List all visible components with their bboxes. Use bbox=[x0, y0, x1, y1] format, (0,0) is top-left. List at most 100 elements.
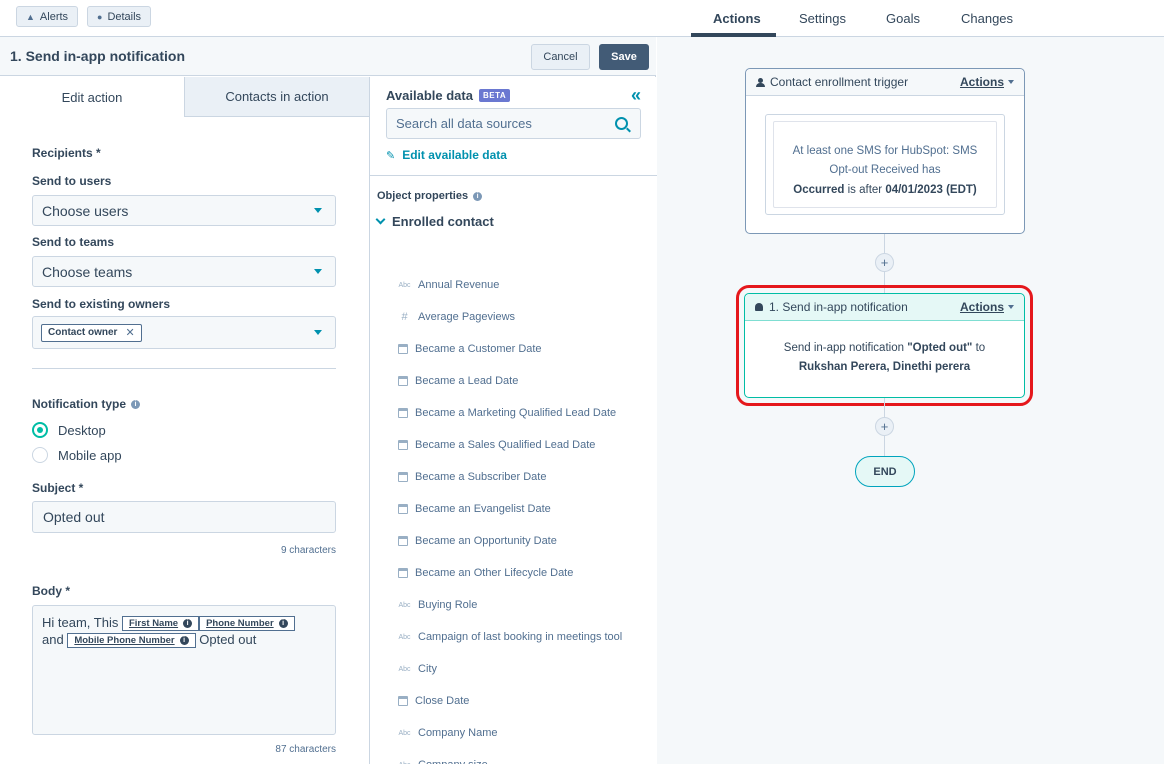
send-to-teams-value: Choose teams bbox=[42, 263, 133, 280]
contact-icon bbox=[756, 77, 765, 87]
property-item[interactable]: Abc Buying Role bbox=[398, 599, 653, 611]
editor-title: 1. Send in-app notification bbox=[10, 48, 185, 64]
occurred-bold: Occurred bbox=[793, 184, 845, 196]
property-item[interactable]: Abc Company Name bbox=[398, 727, 653, 739]
send-to-owners-select[interactable]: Contact owner ✕ bbox=[32, 316, 336, 349]
search-data-input[interactable]: Search all data sources bbox=[386, 108, 641, 139]
add-action-button[interactable]: + bbox=[875, 253, 894, 272]
property-item[interactable]: AbcCompany size bbox=[398, 759, 653, 764]
tab-edit-action[interactable]: Edit action bbox=[0, 77, 185, 117]
property-item[interactable]: Became a Sales Qualified Lead Date bbox=[398, 439, 653, 451]
property-label: Became a Lead Date bbox=[415, 375, 519, 387]
cancel-button[interactable]: Cancel bbox=[531, 44, 590, 70]
search-placeholder: Search all data sources bbox=[396, 116, 532, 131]
send-to-teams-select[interactable]: Choose teams bbox=[32, 256, 336, 287]
property-item[interactable]: Became an Evangelist Date bbox=[398, 503, 653, 515]
warning-icon: ▲ bbox=[26, 11, 35, 22]
property-label: Became a Customer Date bbox=[415, 343, 542, 355]
property-item[interactable]: Became a Marketing Qualified Lead Date bbox=[398, 407, 653, 419]
action-title: 1. Send in-app notification bbox=[769, 300, 908, 314]
property-item[interactable]: Became a Subscriber Date bbox=[398, 471, 653, 483]
trigger-card[interactable]: Contact enrollment trigger Actions At le… bbox=[745, 68, 1025, 234]
radio-unselected-icon[interactable] bbox=[32, 447, 48, 463]
recipients-label: Recipients * bbox=[32, 146, 101, 160]
property-item[interactable]: Close Date bbox=[398, 695, 653, 707]
token-mobile-phone-number[interactable]: Mobile Phone Number i bbox=[67, 633, 196, 649]
property-item[interactable]: Abc Campaign of last booking in meetings … bbox=[398, 631, 653, 643]
property-item[interactable]: Became a Lead Date bbox=[398, 375, 653, 387]
search-icon[interactable] bbox=[615, 117, 628, 130]
calendar-icon bbox=[398, 344, 408, 354]
tab-actions[interactable]: Actions bbox=[713, 0, 761, 37]
available-data-header: Available data BETA « Search all data so… bbox=[370, 77, 657, 176]
trigger-title: Contact enrollment trigger bbox=[770, 75, 909, 89]
send-notification-card[interactable]: 1. Send in-app notification Actions Send… bbox=[736, 285, 1033, 406]
owner-chip[interactable]: Contact owner ✕ bbox=[41, 323, 142, 342]
property-item[interactable]: Abc Annual Revenue bbox=[398, 279, 653, 291]
action-actions-menu[interactable]: Actions bbox=[960, 300, 1014, 314]
calendar-icon bbox=[398, 440, 408, 450]
edit-action-form: Recipients * Send to users Choose users … bbox=[0, 117, 369, 764]
actions-label: Actions bbox=[959, 300, 1004, 314]
info-icon: ● bbox=[97, 11, 103, 22]
summary-recipients: Rukshan Perera, Dinethi perera bbox=[798, 361, 971, 373]
notification-type-text: Notification type bbox=[32, 397, 127, 411]
token-phone-number[interactable]: Phone Number i bbox=[199, 616, 295, 632]
property-item[interactable]: Abc City bbox=[398, 663, 653, 675]
radio-desktop[interactable]: Desktop bbox=[32, 422, 106, 438]
collapse-panel-icon[interactable]: « bbox=[631, 85, 641, 106]
info-icon[interactable]: i bbox=[131, 400, 141, 410]
chevron-down-icon bbox=[375, 214, 386, 225]
edit-available-data-link[interactable]: ✎ Edit available data bbox=[386, 148, 507, 162]
body-text-2: and bbox=[42, 632, 64, 648]
trigger-filter-box[interactable]: At least one SMS for HubSpot: SMS Opt-ou… bbox=[765, 114, 1005, 215]
tab-contacts-in-action[interactable]: Contacts in action bbox=[185, 77, 369, 117]
notification-summary: Send in-app notification "Opted out" to … bbox=[745, 339, 1024, 377]
caret-down-icon bbox=[314, 208, 322, 213]
trigger-actions-menu[interactable]: Actions bbox=[960, 75, 1014, 89]
remove-chip-icon[interactable]: ✕ bbox=[125, 326, 134, 339]
calendar-icon bbox=[398, 696, 408, 706]
beta-badge: BETA bbox=[478, 89, 511, 102]
tab-settings[interactable]: Settings bbox=[799, 0, 846, 37]
property-label: Annual Revenue bbox=[418, 279, 500, 291]
property-label: City bbox=[418, 663, 437, 675]
save-button[interactable]: Save bbox=[599, 44, 649, 70]
property-item[interactable]: # Average Pageviews bbox=[398, 311, 653, 323]
property-label: Buying Role bbox=[418, 599, 478, 611]
body-char-count: 87 characters bbox=[275, 744, 336, 755]
text-type-icon: Abc bbox=[398, 633, 411, 641]
tab-goals[interactable]: Goals bbox=[886, 0, 920, 37]
editor-tabs: Edit action Contacts in action bbox=[0, 77, 369, 117]
alerts-button[interactable]: ▲ Alerts bbox=[16, 6, 79, 27]
property-label: Became an Opportunity Date bbox=[415, 535, 557, 547]
subject-input[interactable]: Opted out bbox=[32, 501, 336, 533]
radio-selected-icon[interactable] bbox=[32, 422, 48, 438]
details-label: Details bbox=[107, 10, 142, 23]
tab-changes[interactable]: Changes bbox=[961, 0, 1013, 37]
property-item[interactable]: Became an Other Lifecycle Date bbox=[398, 567, 653, 579]
info-icon[interactable]: i bbox=[473, 191, 483, 201]
property-label: Became an Evangelist Date bbox=[415, 503, 551, 515]
add-action-button[interactable]: + bbox=[875, 417, 894, 436]
calendar-icon bbox=[398, 376, 408, 386]
trigger-occurred: Occurred is after 04/01/2023 (EDT) bbox=[774, 184, 996, 196]
radio-mobile-app[interactable]: Mobile app bbox=[32, 447, 122, 463]
token-first-name[interactable]: First Name i bbox=[121, 616, 200, 632]
calendar-icon bbox=[398, 504, 408, 514]
send-to-users-select[interactable]: Choose users bbox=[32, 195, 336, 226]
notification-card-header: 1. Send in-app notification Actions bbox=[745, 294, 1024, 321]
details-button[interactable]: ● Details bbox=[87, 6, 152, 27]
pencil-icon: ✎ bbox=[386, 149, 396, 162]
enrolled-contact-group[interactable]: Enrolled contact bbox=[375, 214, 494, 229]
send-to-users-value: Choose users bbox=[42, 202, 129, 219]
text-type-icon: Abc bbox=[398, 665, 411, 673]
property-item[interactable]: Became a Customer Date bbox=[398, 343, 653, 355]
property-label: Campaign of last booking in meetings too… bbox=[418, 631, 623, 643]
property-item[interactable]: Became an Opportunity Date bbox=[398, 535, 653, 547]
summary-subject: "Opted out" bbox=[907, 342, 973, 354]
body-textarea[interactable]: Hi team, This First Name i Phone Number i a… bbox=[32, 605, 336, 735]
text-type-icon: Abc bbox=[398, 601, 411, 609]
form-divider bbox=[32, 368, 336, 369]
text-type-icon: Abc bbox=[398, 729, 411, 737]
